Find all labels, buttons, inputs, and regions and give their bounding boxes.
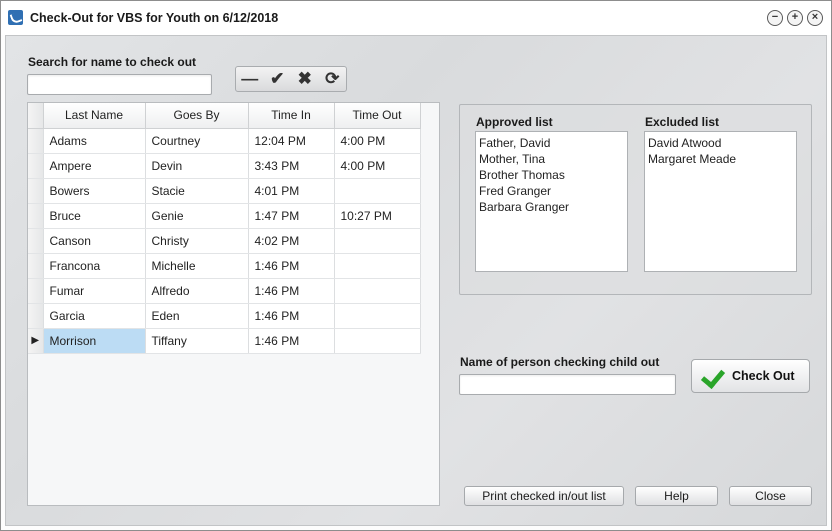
cell-time-out[interactable] bbox=[334, 278, 421, 304]
cell-time-out[interactable]: 4:00 PM bbox=[334, 153, 421, 179]
cell-goes-by[interactable]: Eden bbox=[145, 303, 249, 329]
client-area: Search for name to check out — ✔ ✖ ⟳ Las… bbox=[5, 35, 827, 526]
column-header-goes-by[interactable]: Goes By bbox=[145, 103, 249, 129]
table-row[interactable]: Garcia Eden 1:46 PM bbox=[28, 303, 421, 329]
row-selector[interactable] bbox=[28, 178, 44, 204]
row-selector[interactable] bbox=[28, 253, 44, 279]
cell-goes-by[interactable]: Christy bbox=[145, 228, 249, 254]
approved-listbox[interactable]: Father, David Mother, Tina Brother Thoma… bbox=[475, 131, 628, 272]
row-selector[interactable] bbox=[28, 153, 44, 179]
list-item[interactable]: Father, David bbox=[479, 135, 624, 151]
cell-last-name[interactable]: Francona bbox=[43, 253, 146, 279]
cell-goes-by[interactable]: Stacie bbox=[145, 178, 249, 204]
cell-goes-by[interactable]: Courtney bbox=[145, 128, 249, 154]
check-out-button[interactable]: Check Out bbox=[691, 359, 810, 393]
x-icon[interactable]: ✖ bbox=[291, 67, 319, 91]
close-window-button[interactable]: × bbox=[807, 10, 823, 26]
cell-time-out[interactable] bbox=[334, 178, 421, 204]
cell-time-in[interactable]: 1:47 PM bbox=[248, 203, 335, 229]
help-button[interactable]: Help bbox=[635, 486, 718, 506]
header-row: Last Name Goes By Time In Time Out bbox=[28, 103, 421, 129]
list-item[interactable]: Fred Granger bbox=[479, 183, 624, 199]
table-row[interactable]: Ampere Devin 3:43 PM 4:00 PM bbox=[28, 153, 421, 179]
search-toolbar: — ✔ ✖ ⟳ bbox=[235, 66, 347, 92]
list-item[interactable]: David Atwood bbox=[648, 135, 793, 151]
table-row[interactable]: Fumar Alfredo 1:46 PM bbox=[28, 278, 421, 304]
cell-time-in[interactable]: 12:04 PM bbox=[248, 128, 335, 154]
cell-goes-by[interactable]: Tiffany bbox=[145, 328, 249, 354]
cell-last-name[interactable]: Bowers bbox=[43, 178, 146, 204]
list-item[interactable]: Mother, Tina bbox=[479, 151, 624, 167]
minus-icon[interactable]: — bbox=[236, 67, 264, 91]
table-row[interactable]: Canson Christy 4:02 PM bbox=[28, 228, 421, 254]
cell-time-out[interactable] bbox=[334, 328, 421, 354]
window-title: Check-Out for VBS for Youth on 6/12/2018 bbox=[30, 11, 279, 25]
current-row-arrow-icon[interactable]: ▶ bbox=[28, 328, 44, 354]
cell-time-out[interactable]: 10:27 PM bbox=[334, 203, 421, 229]
row-selector[interactable] bbox=[28, 228, 44, 254]
cell-last-name[interactable]: Morrison bbox=[43, 328, 146, 354]
search-input[interactable] bbox=[27, 74, 212, 95]
maximize-button[interactable]: + bbox=[787, 10, 803, 26]
column-header-last-name[interactable]: Last Name bbox=[43, 103, 146, 129]
cell-goes-by[interactable]: Genie bbox=[145, 203, 249, 229]
cell-time-out[interactable]: 4:00 PM bbox=[334, 128, 421, 154]
excluded-list-label: Excluded list bbox=[645, 115, 720, 129]
cell-last-name[interactable]: Ampere bbox=[43, 153, 146, 179]
row-header-corner bbox=[28, 103, 44, 129]
row-selector[interactable] bbox=[28, 203, 44, 229]
table-row-selected[interactable]: ▶ Morrison Tiffany 1:46 PM bbox=[28, 328, 421, 354]
cell-time-in[interactable]: 4:01 PM bbox=[248, 178, 335, 204]
refresh-icon[interactable]: ⟳ bbox=[319, 67, 347, 91]
column-header-time-out[interactable]: Time Out bbox=[334, 103, 421, 129]
pickup-lists-panel: Approved list Excluded list Father, Davi… bbox=[459, 104, 812, 295]
children-grid[interactable]: Last Name Goes By Time In Time Out Adams… bbox=[27, 102, 440, 506]
cell-time-out[interactable] bbox=[334, 303, 421, 329]
cell-goes-by[interactable]: Devin bbox=[145, 153, 249, 179]
cell-time-in[interactable]: 1:46 PM bbox=[248, 253, 335, 279]
row-selector[interactable] bbox=[28, 128, 44, 154]
check-out-label: Check Out bbox=[732, 369, 795, 383]
checker-name-label: Name of person checking child out bbox=[460, 355, 660, 369]
cell-goes-by[interactable]: Michelle bbox=[145, 253, 249, 279]
check-icon[interactable]: ✔ bbox=[264, 67, 292, 91]
table-row[interactable]: Bowers Stacie 4:01 PM bbox=[28, 178, 421, 204]
cell-last-name[interactable]: Bruce bbox=[43, 203, 146, 229]
cell-time-out[interactable] bbox=[334, 228, 421, 254]
table-row[interactable]: Bruce Genie 1:47 PM 10:27 PM bbox=[28, 203, 421, 229]
list-item[interactable]: Barbara Granger bbox=[479, 199, 624, 215]
cell-last-name[interactable]: Garcia bbox=[43, 303, 146, 329]
checkmark-icon bbox=[700, 365, 726, 387]
cell-time-in[interactable]: 3:43 PM bbox=[248, 153, 335, 179]
approved-list-label: Approved list bbox=[476, 115, 553, 129]
cell-last-name[interactable]: Fumar bbox=[43, 278, 146, 304]
print-list-button[interactable]: Print checked in/out list bbox=[464, 486, 624, 506]
checkout-window: Check-Out for VBS for Youth on 6/12/2018… bbox=[0, 0, 832, 531]
cell-goes-by[interactable]: Alfredo bbox=[145, 278, 249, 304]
cell-time-in[interactable]: 1:46 PM bbox=[248, 278, 335, 304]
cell-time-in[interactable]: 1:46 PM bbox=[248, 303, 335, 329]
table-row[interactable]: Adams Courtney 12:04 PM 4:00 PM bbox=[28, 128, 421, 154]
list-item[interactable]: Brother Thomas bbox=[479, 167, 624, 183]
search-label: Search for name to check out bbox=[28, 55, 197, 69]
minimize-button[interactable]: − bbox=[767, 10, 783, 26]
row-selector[interactable] bbox=[28, 303, 44, 329]
column-header-time-in[interactable]: Time In bbox=[248, 103, 335, 129]
checker-name-input[interactable] bbox=[459, 374, 676, 395]
cell-time-in[interactable]: 4:02 PM bbox=[248, 228, 335, 254]
excluded-listbox[interactable]: David Atwood Margaret Meade bbox=[644, 131, 797, 272]
cell-last-name[interactable]: Adams bbox=[43, 128, 146, 154]
list-item[interactable]: Margaret Meade bbox=[648, 151, 793, 167]
table-row[interactable]: Francona Michelle 1:46 PM bbox=[28, 253, 421, 279]
cell-time-in[interactable]: 1:46 PM bbox=[248, 328, 335, 354]
row-selector[interactable] bbox=[28, 278, 44, 304]
cell-time-out[interactable] bbox=[334, 253, 421, 279]
app-logo-icon bbox=[8, 10, 23, 25]
title-bar: Check-Out for VBS for Youth on 6/12/2018… bbox=[1, 1, 831, 35]
children-table: Last Name Goes By Time In Time Out Adams… bbox=[28, 103, 421, 354]
cell-last-name[interactable]: Canson bbox=[43, 228, 146, 254]
close-button[interactable]: Close bbox=[729, 486, 812, 506]
